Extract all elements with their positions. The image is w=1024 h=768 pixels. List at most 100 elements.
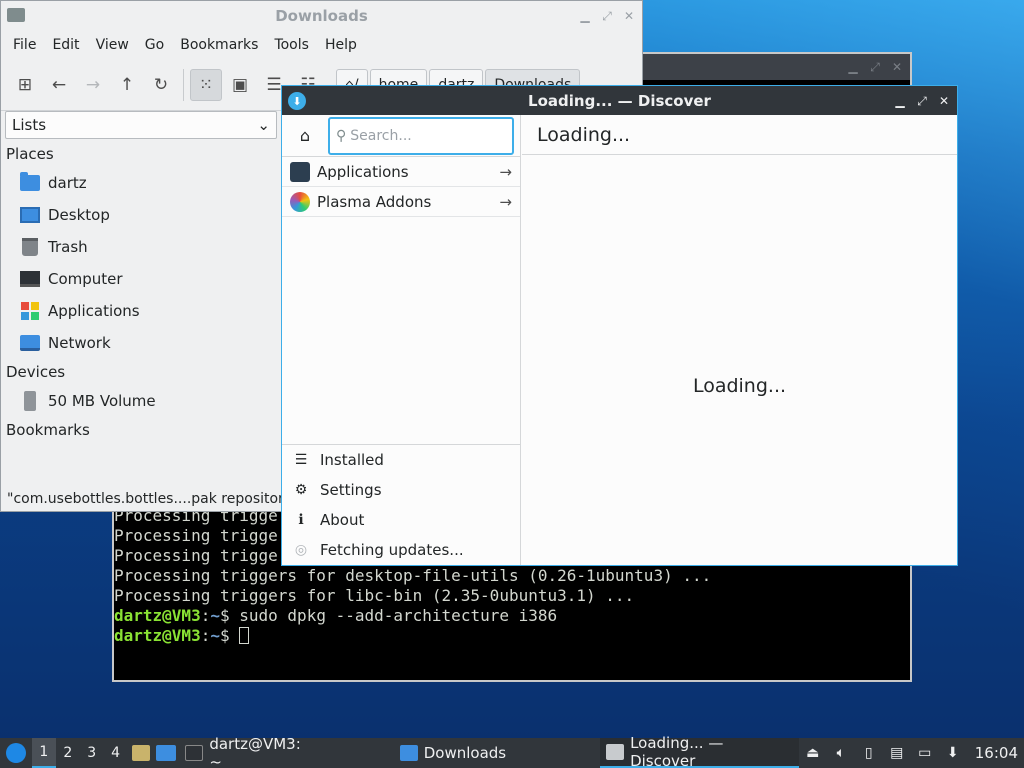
workspace-3[interactable]: 3 — [80, 738, 104, 768]
home-folder-icon — [19, 172, 41, 193]
place-label: dartz — [48, 174, 87, 192]
nav-about[interactable]: ℹ About — [282, 505, 520, 535]
section-bookmarks: Bookmarks — [6, 421, 90, 439]
side-pane: Lists ⌄ Places dartz Desktop Trash Comput… — [3, 109, 279, 443]
reload-icon[interactable]: ↻ — [145, 69, 177, 101]
lubuntu-logo-icon — [5, 743, 26, 763]
menu-help[interactable]: Help — [317, 37, 365, 53]
minimize-icon[interactable]: ▁ — [578, 9, 592, 23]
forward-icon[interactable]: → — [77, 69, 109, 101]
loading-indicator: Loading... — [692, 375, 787, 397]
workspace-2[interactable]: 2 — [56, 738, 80, 768]
menu-view[interactable]: View — [88, 37, 137, 53]
task-downloads[interactable]: Downloads — [394, 738, 512, 768]
maximize-icon[interactable]: ⤢ — [600, 9, 614, 23]
file-manager-launcher[interactable] — [128, 738, 154, 768]
search-field[interactable]: ⚲ — [328, 116, 514, 155]
terminal-prompt-line[interactable]: dartz@VM3:~$ — [114, 626, 910, 646]
place-trash[interactable]: Trash — [3, 231, 279, 263]
device-label: 50 MB Volume — [48, 392, 156, 410]
minimize-icon[interactable]: ▁ — [893, 94, 907, 108]
menu-file[interactable]: File — [5, 37, 44, 53]
task-terminal[interactable]: dartz@VM3: ~ — [179, 735, 323, 768]
nav-settings[interactable]: ⚙ Settings — [282, 475, 520, 505]
close-icon[interactable]: ✕ — [890, 60, 904, 74]
minimize-icon[interactable]: ▁ — [846, 60, 860, 74]
search-input[interactable] — [350, 127, 501, 144]
maximize-icon[interactable]: ⤢ — [915, 94, 929, 108]
menu-bookmarks[interactable]: Bookmarks — [172, 37, 266, 53]
place-desktop[interactable]: Desktop — [3, 199, 279, 231]
prompt-path: ~ — [210, 606, 220, 625]
close-icon[interactable]: ✕ — [622, 9, 636, 23]
place-label: Computer — [48, 270, 123, 288]
task-label: Loading... — Discover — [630, 734, 724, 768]
prompt-separator: : — [200, 626, 211, 645]
place-applications[interactable]: Applications — [3, 295, 279, 327]
device-50mb-volume[interactable]: 50 MB Volume — [3, 385, 279, 417]
file-manager-titlebar[interactable]: Downloads ▁ ⤢ ✕ — [1, 1, 642, 31]
discover-icon — [606, 744, 625, 760]
chevron-down-icon: ⌄ — [257, 116, 270, 134]
place-computer[interactable]: Computer — [3, 263, 279, 295]
notes-icon[interactable]: ▤ — [883, 738, 911, 768]
clipboard-icon[interactable]: ▯ — [855, 738, 883, 768]
category-plasma-addons[interactable]: Plasma Addons → — [282, 187, 520, 217]
volume-icon[interactable]: 🔈︎ — [827, 738, 855, 768]
workspace-4[interactable]: 4 — [104, 738, 128, 768]
applications-category-icon — [290, 161, 310, 182]
close-icon[interactable]: ✕ — [937, 94, 951, 108]
icon-view-icon[interactable]: ⁙ — [190, 68, 222, 101]
new-tab-icon[interactable]: ⊞ — [9, 69, 41, 101]
discover-window[interactable]: ⬇ Loading... — Discover ▁ ⤢ ✕ ⌂ ⚲ Applic… — [281, 85, 958, 566]
nav-installed[interactable]: ☰ Installed — [282, 445, 520, 475]
terminal-line: Processing triggers for desktop-file-uti… — [114, 566, 712, 585]
taskbar: 1 2 3 4 dartz@VM3: ~ Downloads Loading..… — [0, 734, 1024, 768]
page-title: Loading... — [522, 115, 957, 155]
menu-tools[interactable]: Tools — [266, 37, 317, 53]
up-icon[interactable]: ↑ — [111, 69, 143, 101]
clock[interactable]: 16:04 — [967, 744, 1024, 762]
toolbar-separator — [183, 68, 184, 101]
discover-main: Loading... Loading... — [522, 115, 957, 565]
network-icon — [19, 333, 41, 353]
eject-icon[interactable]: ⏏ — [799, 738, 827, 768]
place-label: Desktop — [48, 206, 110, 224]
place-label: Network — [48, 334, 111, 352]
menu-edit[interactable]: Edit — [44, 37, 87, 53]
folder-icon — [399, 745, 418, 761]
window-title: Loading... — Discover — [528, 91, 711, 110]
task-discover[interactable]: Loading... — Discover — [600, 734, 799, 768]
app-menu-button[interactable] — [0, 738, 32, 768]
system-tray: ⏏ 🔈︎ ▯ ▤ ▭ ⬇ 16:04 — [799, 738, 1024, 768]
thumbnail-view-icon[interactable]: ▣ — [224, 69, 256, 101]
category-applications[interactable]: Applications → — [282, 157, 520, 187]
side-pane-mode-select[interactable]: Lists ⌄ — [5, 111, 277, 139]
prompt-symbol: $ — [219, 626, 230, 645]
nav-fetching-updates[interactable]: ◎ Fetching updates... — [282, 535, 520, 565]
prompt-user: dartz@VM3 — [114, 626, 201, 645]
discover-app-icon: ⬇ — [288, 92, 306, 110]
terminal-cursor — [239, 627, 250, 644]
arrow-right-icon: → — [499, 163, 512, 181]
terminal-command: sudo dpkg --add-architecture i386 — [229, 606, 558, 625]
home-button[interactable]: ⌂ — [282, 115, 328, 157]
discover-sidebar: ⌂ ⚲ Applications → Plasma Addons → ☰ Inst… — [282, 115, 521, 565]
discover-titlebar[interactable]: ⬇ Loading... — Discover ▁ ⤢ ✕ — [282, 86, 957, 115]
folder-app-icon — [7, 8, 25, 22]
updates-tray-icon[interactable]: ⬇ — [939, 738, 967, 768]
place-dartz[interactable]: dartz — [3, 167, 279, 199]
drive-icon — [19, 391, 41, 411]
show-desktop-button[interactable] — [153, 738, 179, 768]
gear-icon: ⚙ — [294, 482, 308, 498]
workspace-1[interactable]: 1 — [31, 738, 56, 768]
back-icon[interactable]: ← — [43, 69, 75, 101]
info-icon: ℹ — [298, 512, 304, 528]
place-network[interactable]: Network — [3, 327, 279, 359]
place-label: Applications — [48, 302, 140, 320]
menu-go[interactable]: Go — [137, 37, 172, 53]
search-row: ⌂ ⚲ — [282, 115, 520, 157]
maximize-icon[interactable]: ⤢ — [868, 60, 882, 74]
network-tray-icon[interactable]: ▭ — [911, 738, 939, 768]
section-devices: Devices — [6, 363, 66, 381]
